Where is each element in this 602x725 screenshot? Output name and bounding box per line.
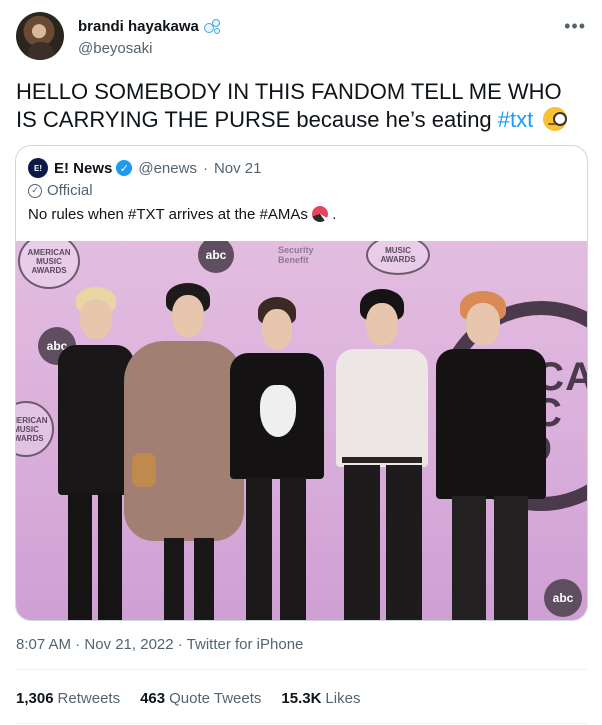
person-figure	[430, 291, 550, 620]
quoted-separator: ·	[202, 159, 208, 177]
quoted-tweet[interactable]: E! E! News ✓ @enews · Nov 21 ✓ Official …	[15, 145, 588, 621]
engagement-stats: 1,306 Retweets 463 Quote Tweets 15.3K Likes	[16, 690, 380, 707]
stat-value: 463	[140, 690, 166, 707]
quoted-name[interactable]: E! News	[54, 160, 112, 177]
wall-logo: AMERICAN MUSIC AWARDS	[16, 401, 54, 457]
divider	[16, 723, 588, 724]
quoted-body: No rules when #TXT arrives at the #AMAs	[28, 206, 308, 223]
quoted-photo[interactable]: AMERICAN MUSIC AWARDS abc Security Benef…	[16, 241, 587, 620]
stat-label: Quote Tweets	[169, 690, 262, 707]
retweets-stat[interactable]: 1,306 Retweets	[16, 690, 120, 707]
purse-graphic	[132, 453, 156, 487]
quoted-avatar[interactable]: E!	[28, 158, 48, 178]
author-display-name[interactable]: brandi hayakawa	[78, 18, 199, 35]
verified-badge-icon: ✓	[116, 160, 133, 176]
tweet-timestamp[interactable]: 8:07 AM · Nov 21, 2022 · Twitter for iPh…	[16, 636, 303, 653]
quoted-date[interactable]: Nov 21	[214, 160, 262, 177]
author-name-row: brandi hayakawa	[78, 18, 222, 35]
wall-logo: MUSIC AWARDS	[366, 241, 430, 275]
bubbles-icon	[203, 18, 222, 35]
quoted-text: No rules when #TXT arrives at the #AMAs …	[28, 206, 336, 223]
stat-value: 1,306	[16, 690, 54, 707]
official-label: ✓ Official	[28, 182, 93, 199]
author-handle[interactable]: @beyosaki	[78, 40, 152, 57]
quote-tweets-stat[interactable]: 463 Quote Tweets	[140, 690, 261, 707]
wall-abc-logo: abc	[198, 241, 234, 273]
likes-stat[interactable]: 15.3K Likes	[281, 690, 360, 707]
person-figure	[224, 297, 324, 620]
divider	[16, 669, 588, 670]
official-text: Official	[47, 182, 93, 199]
face-with-monocle-icon	[543, 107, 568, 131]
stat-label: Retweets	[57, 690, 121, 707]
person-figure	[326, 289, 436, 620]
official-check-icon: ✓	[28, 183, 42, 198]
avatar[interactable]	[16, 12, 64, 60]
stat-value: 15.3K	[281, 690, 322, 707]
more-options-icon[interactable]: •••	[564, 16, 586, 37]
tweet-body: HELLO SOMEBODY IN THIS FANDOM TELL ME WH…	[16, 79, 562, 132]
tweet-header: brandi hayakawa @beyosaki •••	[16, 12, 586, 62]
quoted-body-end: .	[332, 206, 337, 223]
stat-label: Likes	[325, 690, 361, 707]
ama-hashflag-icon	[312, 206, 329, 222]
tweet-text: HELLO SOMEBODY IN THIS FANDOM TELL ME WH…	[16, 78, 588, 134]
quoted-header: E! E! News ✓ @enews · Nov 21	[28, 158, 261, 178]
wall-sponsor-text: Security Benefit	[278, 245, 314, 265]
quoted-handle[interactable]: @enews	[138, 160, 197, 177]
wall-logo: AMERICAN MUSIC AWARDS	[18, 241, 80, 289]
hashtag-link[interactable]: #txt	[498, 107, 533, 132]
person-figure	[54, 287, 134, 620]
